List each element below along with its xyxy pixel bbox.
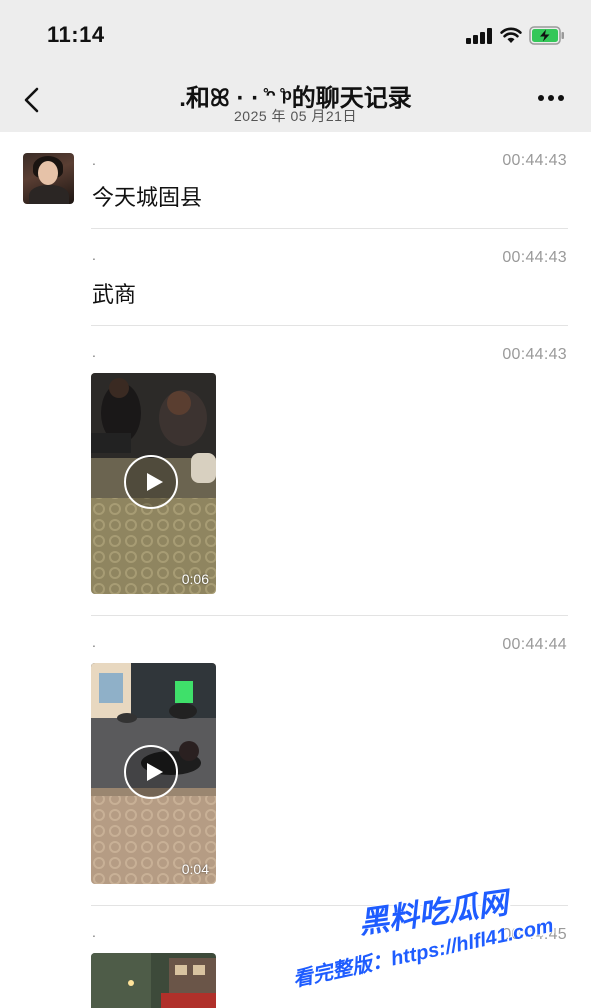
play-icon[interactable] — [124, 745, 178, 799]
video-frame — [91, 953, 216, 1008]
avatar[interactable] — [23, 153, 74, 204]
cellular-signal-icon — [466, 28, 493, 44]
sender-name: . — [92, 152, 96, 168]
sender-name: . — [92, 924, 96, 940]
message-time: 00:44:43 — [502, 152, 567, 169]
more-horizontal-icon[interactable] — [534, 92, 568, 104]
video-duration: 0:04 — [181, 861, 209, 877]
message-time: 00:44:45 — [502, 926, 567, 943]
video-thumbnail[interactable]: 0:06 — [91, 373, 216, 594]
video-duration: 0:06 — [181, 571, 209, 587]
video-thumbnail[interactable] — [91, 953, 216, 1008]
message-text[interactable]: 今天城固县 — [92, 180, 202, 212]
status-bar: 11:14 — [0, 0, 591, 70]
sender-name: . — [92, 634, 96, 650]
message-item: . 00:44:45 — [0, 906, 591, 1008]
message-item: . 00:44:44 0:04 — [0, 616, 591, 906]
message-item: . 00:44:43 武商 — [0, 229, 591, 326]
video-thumbnail[interactable]: 0:04 — [91, 663, 216, 884]
message-item: . 00:44:43 今天城固县 — [0, 132, 591, 229]
battery-charging-icon — [529, 26, 564, 45]
message-time: 00:44:43 — [502, 249, 567, 266]
message-item: . 00:44:43 0:06 — [0, 326, 591, 616]
sender-name: . — [92, 344, 96, 360]
wifi-icon — [500, 27, 522, 43]
message-text[interactable]: 武商 — [92, 277, 136, 309]
message-time: 00:44:44 — [502, 636, 567, 653]
status-time: 11:14 — [47, 22, 105, 47]
play-icon[interactable] — [124, 455, 178, 509]
nav-bar: .和ꕤ · · ̊ᵔ ̊ᵖ的聊天记录 2025 年 05 月21日 — [0, 70, 591, 132]
message-time: 00:44:43 — [502, 346, 567, 363]
sender-name: . — [92, 247, 96, 263]
page-subtitle: 2025 年 05 月21日 — [234, 108, 357, 124]
